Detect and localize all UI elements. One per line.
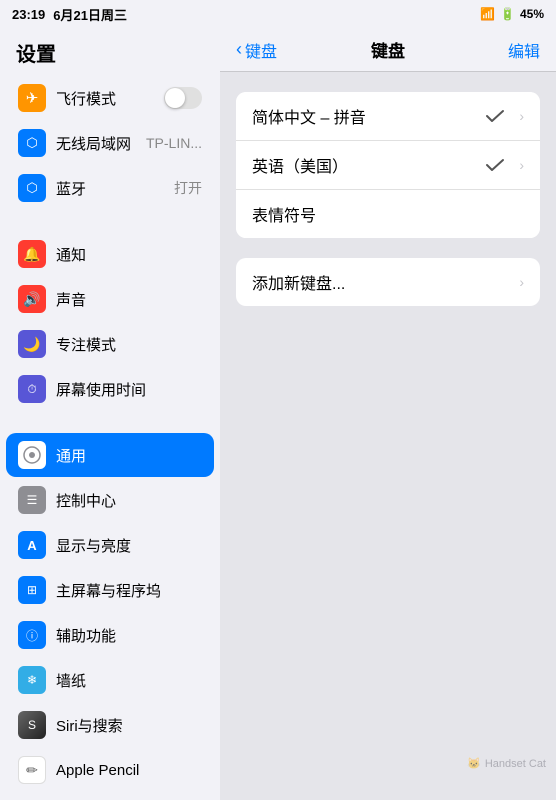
sidebar-item-homescreen[interactable]: ⊞ 主屏幕与程序坞 [6,568,214,612]
pencil-icon: ✏ [18,756,46,784]
sidebar-item-label: 通知 [56,244,86,265]
sidebar-item-label: Apple Pencil [56,762,139,779]
sidebar-item-sound[interactable]: 🔊 声音 [6,277,214,321]
sidebar-item-wifi[interactable]: ⬡ 无线局域网 TP-LIN... [6,121,214,165]
add-keyboard-row[interactable]: 添加新键盘... › [236,258,540,306]
watermark: 🐱 Handset Cat [467,757,546,770]
panel-title: 键盘 [371,37,405,62]
sidebar-item-label: 主屏幕与程序坞 [56,580,161,601]
sidebar-item-faceid[interactable]: ⊙ 触控ID与密码 [6,793,214,800]
sidebar-item-label: 辅助功能 [56,625,116,646]
sidebar-item-screentime[interactable]: ⏱ 屏幕使用时间 [6,367,214,411]
sidebar-item-label: 显示与亮度 [56,535,131,556]
add-keyboard-label: 添加新键盘... [252,270,511,294]
accessibility-icon: ⓘ [18,621,46,649]
sidebar-item-label: 通用 [56,445,86,466]
sound-icon: 🔊 [18,285,46,313]
sidebar-item-label: 无线局域网 [56,133,131,154]
checkmark-icon [485,157,505,173]
sidebar-item-label: 墙纸 [56,670,86,691]
battery-icon: 🔋 [500,7,515,21]
chevron-right-icon: › [519,274,524,290]
keyboard-row-english-us[interactable]: 英语（美国） › [236,141,540,190]
notification-icon: 🔔 [18,240,46,268]
right-header: ‹ 键盘 键盘 编辑 [220,28,556,72]
display-icon: A [18,531,46,559]
sidebar-item-notification[interactable]: 🔔 通知 [6,232,214,276]
back-chevron-icon: ‹ [236,39,242,60]
chevron-right-icon: › [519,108,524,124]
bluetooth-icon: ⬡ [18,174,46,202]
sidebar-item-wallpaper[interactable]: ❄ 墙纸 [6,658,214,702]
sidebar-item-accessibility[interactable]: ⓘ 辅助功能 [6,613,214,657]
wallpaper-icon: ❄ [18,666,46,694]
watermark-text: Handset Cat [485,758,546,770]
edit-button[interactable]: 编辑 [508,38,540,62]
keyboard-label: 英语（美国） [252,153,485,177]
sidebar-item-label: 声音 [56,289,86,310]
sidebar-item-applepencil[interactable]: ✏ Apple Pencil [6,748,214,792]
status-time: 23:19 [12,7,45,22]
right-content: 简体中文 – 拼音 › 英语（美国） › 表情 [220,72,556,800]
airplane-icon: ✈ [18,84,46,112]
checkmark-icon [485,108,505,124]
homescreen-icon: ⊞ [18,576,46,604]
sidebar-item-label: Siri与搜索 [56,715,123,736]
wifi-value: TP-LIN... [146,135,202,151]
status-bar: 23:19 6月21日周三 📶 🔋 45% [0,0,556,28]
sidebar-item-general[interactable]: 通用 [6,433,214,477]
sidebar-item-label: 专注模式 [56,334,116,355]
keyboard-row-emoji[interactable]: 表情符号 [236,190,540,238]
keyboard-row-simplified-chinese[interactable]: 简体中文 – 拼音 › [236,92,540,141]
keyboard-list-group: 简体中文 – 拼音 › 英语（美国） › 表情 [236,92,540,238]
sidebar-item-display[interactable]: A 显示与亮度 [6,523,214,567]
general-icon [18,441,46,469]
bluetooth-value: 打开 [174,178,202,198]
sidebar: 设置 ✈ 飞行模式 ⬡ 无线局域网 TP-LIN... ⬡ 蓝牙 打开 🔔 通知 [0,28,220,800]
chevron-right-icon: › [519,157,524,173]
sidebar-item-label: 飞行模式 [56,88,116,109]
battery-level: 45% [520,7,544,21]
sidebar-item-label: 屏幕使用时间 [56,379,146,400]
wifi-icon: ⬡ [18,129,46,157]
right-panel: ‹ 键盘 键盘 编辑 简体中文 – 拼音 › [220,28,556,800]
controlcenter-icon: ☰ [18,486,46,514]
sidebar-item-controlcenter[interactable]: ☰ 控制中心 [6,478,214,522]
status-icons: 📶 🔋 45% [480,7,544,21]
sidebar-item-label: 蓝牙 [56,178,86,199]
airplane-toggle[interactable] [164,87,202,109]
sidebar-title: 设置 [0,28,220,75]
sidebar-item-label: 控制中心 [56,490,116,511]
add-keyboard-group: 添加新键盘... › [236,258,540,306]
back-button[interactable]: ‹ 键盘 [236,38,277,62]
sidebar-item-airplane[interactable]: ✈ 飞行模式 [6,76,214,120]
status-date: 6月21日周三 [53,5,127,24]
sidebar-item-focus[interactable]: 🌙 专注模式 [6,322,214,366]
sidebar-item-siri[interactable]: S Siri与搜索 [6,703,214,747]
keyboard-label: 表情符号 [252,202,524,226]
sidebar-item-bluetooth[interactable]: ⬡ 蓝牙 打开 [6,166,214,210]
screentime-icon: ⏱ [18,375,46,403]
siri-icon: S [18,711,46,739]
toggle-knob [165,88,185,108]
back-label: 键盘 [245,38,277,62]
wifi-icon: 📶 [480,7,495,21]
watermark-icon: 🐱 [467,757,481,770]
focus-icon: 🌙 [18,330,46,358]
keyboard-label: 简体中文 – 拼音 [252,104,485,128]
